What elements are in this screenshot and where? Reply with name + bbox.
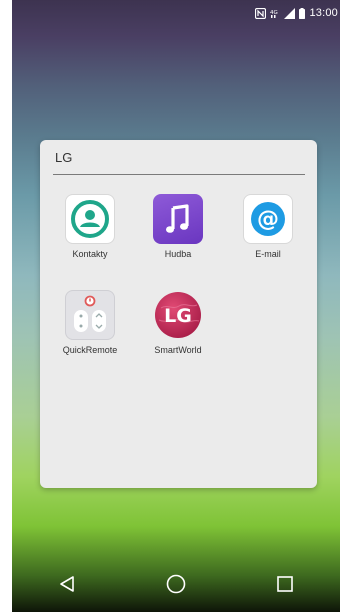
status-clock: 13:00 bbox=[309, 7, 338, 19]
folder-title-divider bbox=[53, 174, 305, 175]
app-contacts[interactable]: Kontakty bbox=[50, 194, 130, 259]
recents-icon bbox=[275, 574, 295, 599]
recents-button[interactable] bbox=[265, 566, 305, 606]
app-quickremote[interactable]: QuickRemote bbox=[50, 290, 130, 355]
navigation-bar bbox=[12, 560, 340, 612]
back-icon bbox=[57, 574, 77, 599]
app-label: QuickRemote bbox=[62, 345, 118, 355]
email-icon: @ bbox=[243, 194, 293, 244]
status-bar: 4G 13:00 bbox=[12, 0, 340, 26]
app-smartworld[interactable]: LG SmartWorld bbox=[138, 290, 218, 355]
home-screen: 4G 13:00 LG Kontakty Hudba @ E-mail Quic… bbox=[0, 0, 346, 612]
app-label: Hudba bbox=[164, 249, 192, 259]
app-email[interactable]: @ E-mail bbox=[228, 194, 308, 259]
smartworld-icon: LG bbox=[153, 290, 203, 340]
cell-signal-icon bbox=[284, 7, 296, 19]
app-music[interactable]: Hudba bbox=[138, 194, 218, 259]
svg-text:@: @ bbox=[257, 207, 279, 232]
contacts-icon bbox=[65, 194, 115, 244]
app-label: E-mail bbox=[255, 249, 281, 259]
wifi-signal-icon: 4G bbox=[270, 8, 280, 19]
app-label: Kontakty bbox=[72, 249, 108, 259]
remote-icon bbox=[65, 290, 115, 340]
app-label: SmartWorld bbox=[154, 345, 202, 355]
svg-text:LG: LG bbox=[164, 305, 192, 327]
battery-icon bbox=[299, 7, 306, 19]
home-icon bbox=[165, 573, 187, 600]
back-button[interactable] bbox=[47, 566, 87, 606]
music-icon bbox=[153, 194, 203, 244]
folder-title[interactable]: LG bbox=[55, 150, 72, 165]
app-folder: LG Kontakty Hudba @ E-mail QuickRemote L… bbox=[40, 140, 317, 488]
nfc-icon bbox=[255, 7, 267, 19]
home-button[interactable] bbox=[156, 566, 196, 606]
